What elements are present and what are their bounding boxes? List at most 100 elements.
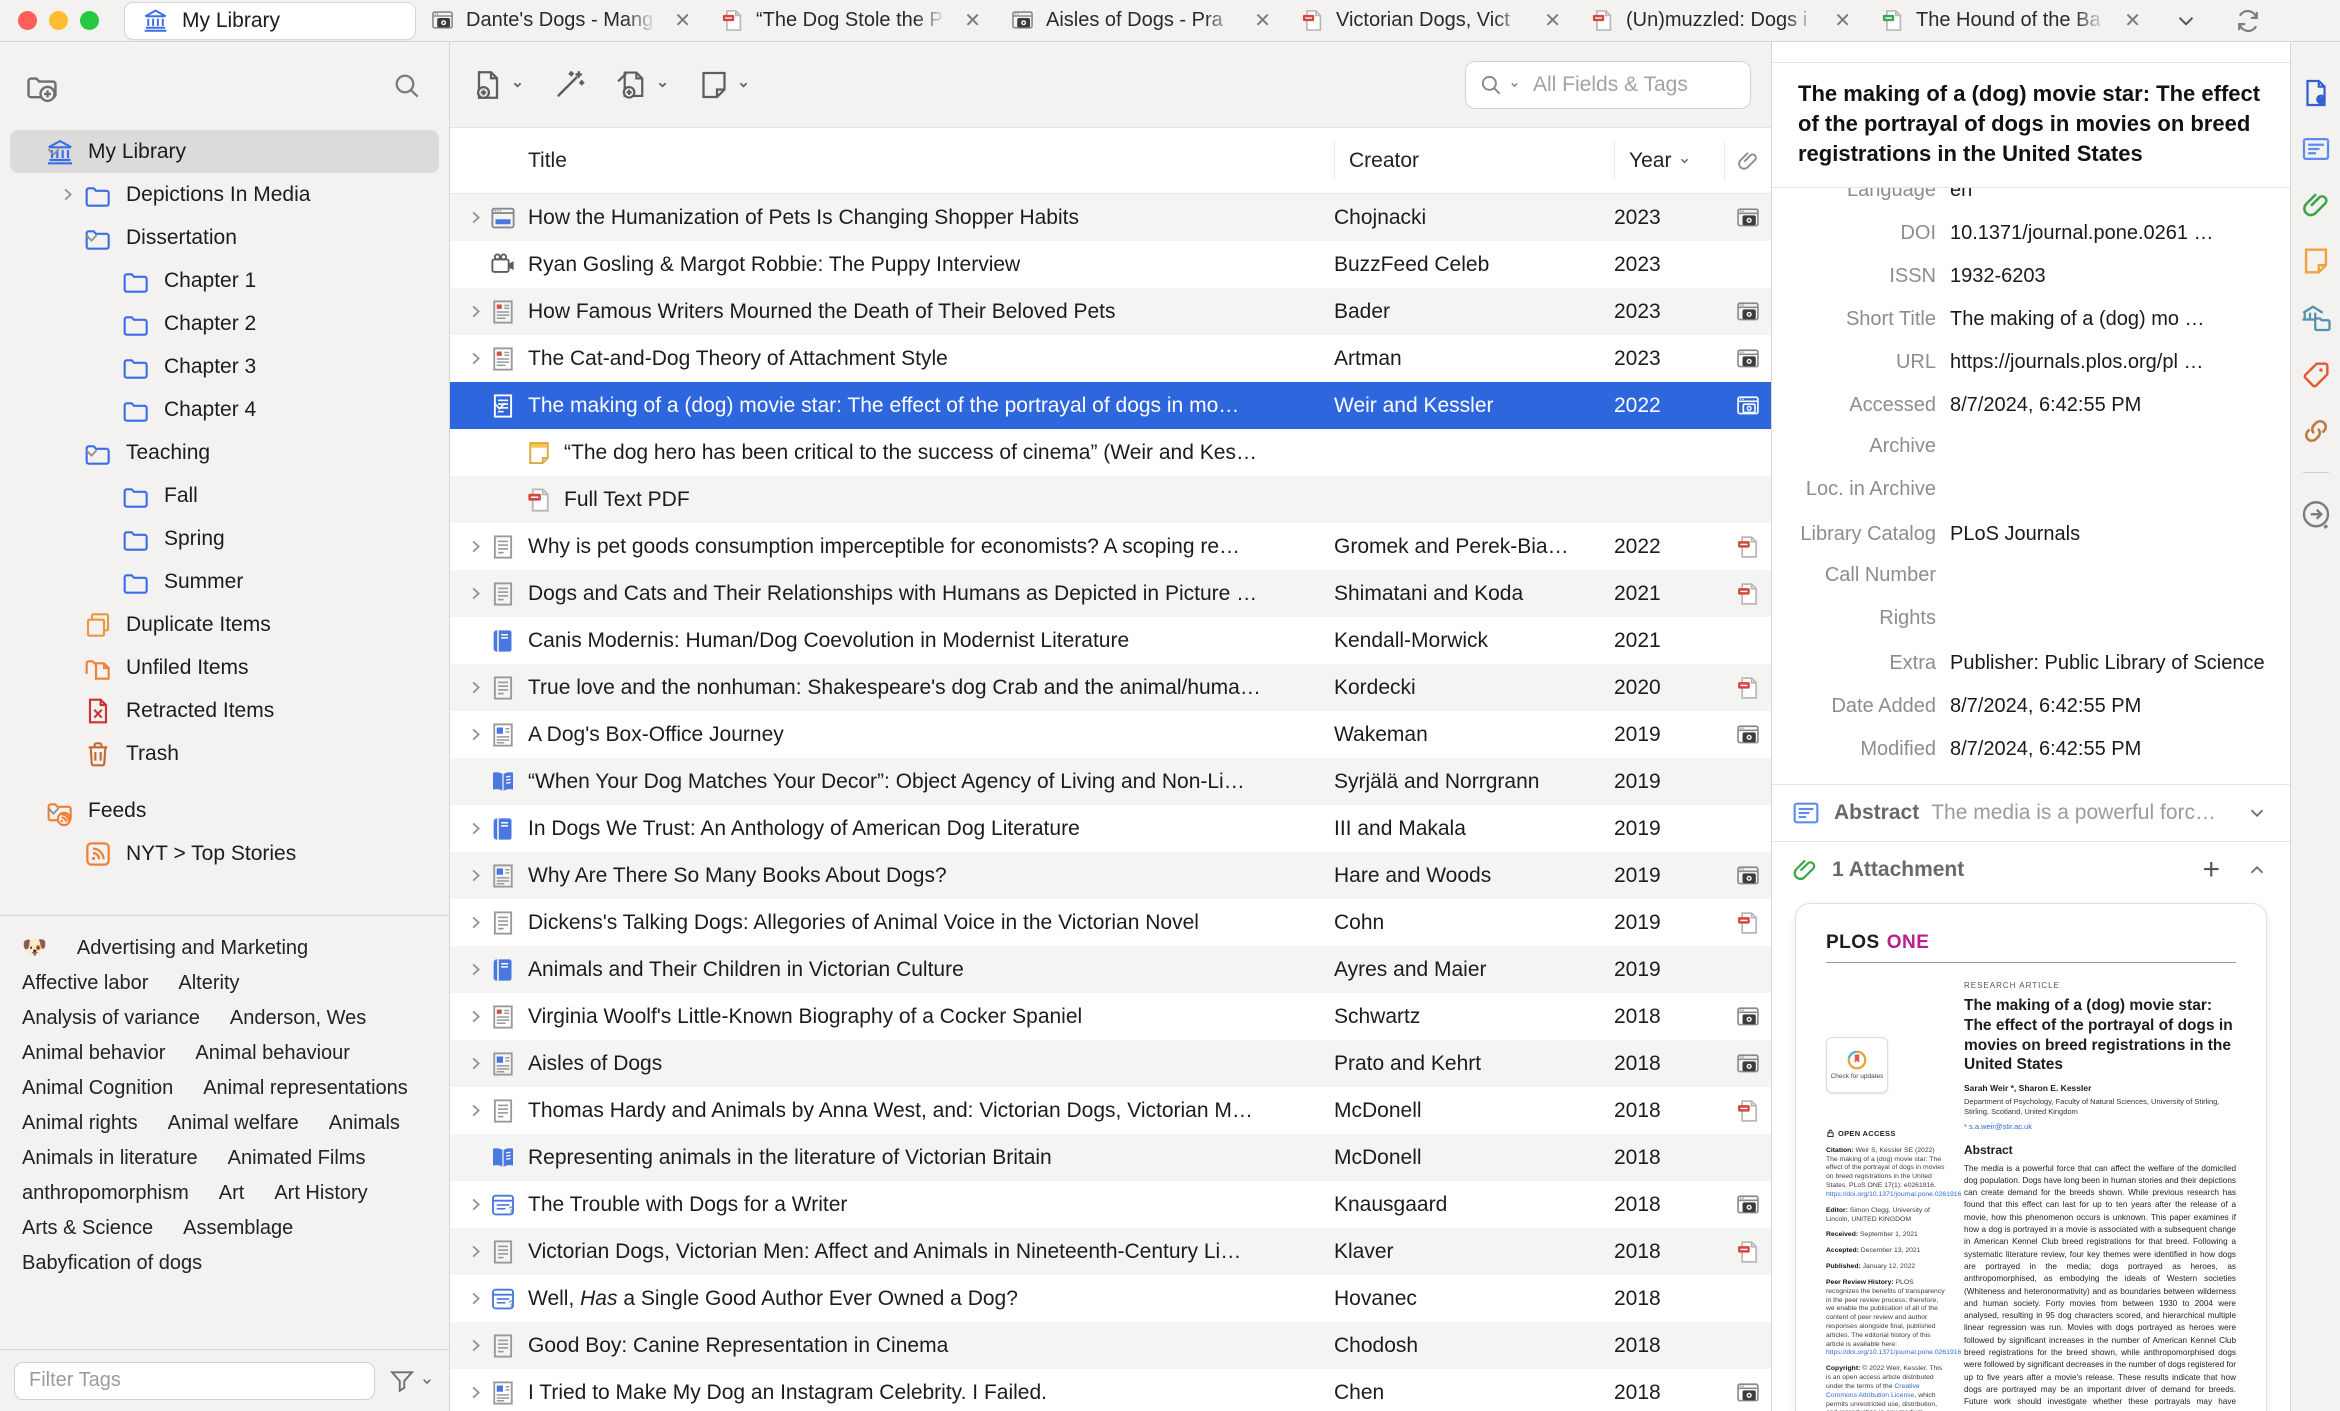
tag-item[interactable]: Animals in literature bbox=[22, 1148, 198, 1169]
item-row[interactable]: Victorian Dogs, Victorian Men: Affect an… bbox=[450, 1228, 1771, 1275]
column-header-title[interactable]: Title bbox=[462, 149, 1334, 173]
collection-row-dissertation[interactable]: Dissertation bbox=[10, 216, 439, 259]
twisty-closed-icon[interactable] bbox=[462, 1195, 488, 1214]
reader-tab[interactable]: The Hound of the Ba ✕ bbox=[1865, 0, 2155, 42]
reader-tab[interactable]: “The Dog Stole the P ✕ bbox=[705, 0, 995, 42]
close-tab-icon[interactable]: ✕ bbox=[1830, 9, 1855, 33]
tag-item[interactable]: Animal welfare bbox=[168, 1113, 299, 1134]
tag-item[interactable]: Art History bbox=[274, 1183, 367, 1204]
item-row[interactable]: How Famous Writers Mourned the Death of … bbox=[450, 288, 1771, 335]
twisty-closed-icon[interactable] bbox=[462, 678, 488, 697]
collection-row-chapter-4[interactable]: Chapter 4 bbox=[10, 388, 439, 431]
item-row[interactable]: In Dogs We Trust: An Anthology of Americ… bbox=[450, 805, 1771, 852]
close-tab-icon[interactable]: ✕ bbox=[670, 9, 695, 33]
close-tab-icon[interactable]: ✕ bbox=[2120, 9, 2145, 33]
item-row[interactable]: Dickens's Talking Dogs: Allegories of An… bbox=[450, 899, 1771, 946]
child-item-row[interactable]: “The dog hero has been critical to the s… bbox=[450, 429, 1771, 476]
tag-item[interactable]: Animal representations bbox=[203, 1078, 408, 1099]
tag-filter-options[interactable] bbox=[387, 1366, 435, 1396]
item-row[interactable]: Canis Modernis: Human/Dog Coevolution in… bbox=[450, 617, 1771, 664]
field-value[interactable]: 10.1371/journal.pone.0261 … bbox=[1950, 220, 2290, 246]
collection-row-duplicate-items[interactable]: Duplicate Items bbox=[10, 603, 439, 646]
close-tab-icon[interactable]: ✕ bbox=[1540, 9, 1565, 33]
tag-item[interactable]: 🐶 bbox=[22, 938, 47, 959]
tab-my-library[interactable]: My Library bbox=[125, 2, 415, 39]
twisty-open-icon[interactable] bbox=[52, 443, 97, 462]
twisty-closed-icon[interactable] bbox=[462, 725, 488, 744]
tag-item[interactable]: Babyfication of dogs bbox=[22, 1253, 202, 1274]
tag-item[interactable]: Animated Films bbox=[228, 1148, 366, 1169]
reader-tab[interactable]: Victorian Dogs, Vict ✕ bbox=[1285, 0, 1575, 42]
twisty-closed-icon[interactable] bbox=[462, 1242, 488, 1261]
field-value[interactable]: 8/7/2024, 6:42:55 PM bbox=[1950, 392, 2290, 418]
twisty-closed-icon[interactable] bbox=[462, 866, 488, 885]
item-row[interactable]: True love and the nonhuman: Shakespeare'… bbox=[450, 664, 1771, 711]
column-header-attachment[interactable] bbox=[1724, 140, 1771, 181]
attachments-section-header[interactable]: 1 Attachment + bbox=[1772, 842, 2290, 898]
collection-row-my-library[interactable]: My Library bbox=[10, 130, 439, 173]
tag-item[interactable]: Arts & Science bbox=[22, 1218, 153, 1239]
twisty-closed-icon[interactable] bbox=[462, 1054, 488, 1073]
collection-row-trash[interactable]: Trash bbox=[10, 732, 439, 775]
add-attachment-plus-button[interactable]: + bbox=[2202, 855, 2220, 885]
item-row[interactable]: I Tried to Make My Dog an Instagram Cele… bbox=[450, 1369, 1771, 1411]
field-value[interactable]: 1932-6203 bbox=[1950, 263, 2290, 289]
tag-item[interactable]: anthropomorphism bbox=[22, 1183, 189, 1204]
collection-row-unfiled-items[interactable]: Unfiled Items bbox=[10, 646, 439, 689]
collection-row-fall[interactable]: Fall bbox=[10, 474, 439, 517]
twisty-open-icon[interactable] bbox=[14, 801, 59, 820]
item-row[interactable]: Good Boy: Canine Representation in Cinem… bbox=[450, 1322, 1771, 1369]
twisty-closed-icon[interactable] bbox=[462, 913, 488, 932]
minimize-window-button[interactable] bbox=[49, 11, 68, 30]
reader-tab[interactable]: Dante's Dogs - Mang ✕ bbox=[415, 0, 705, 42]
collection-row-depictions-in-media[interactable]: Depictions In Media bbox=[10, 173, 439, 216]
item-row[interactable]: Dogs and Cats and Their Relationships wi… bbox=[450, 570, 1771, 617]
tag-item[interactable]: Advertising and Marketing bbox=[77, 938, 308, 959]
tag-item[interactable]: Animals bbox=[329, 1113, 400, 1134]
tag-filter-input[interactable]: Filter Tags bbox=[14, 1361, 375, 1400]
item-row[interactable]: A Dog's Box-Office Journey Wakeman 2019 bbox=[450, 711, 1771, 758]
column-header-creator[interactable]: Creator bbox=[1334, 140, 1614, 181]
tab-list-chevron-icon[interactable] bbox=[2173, 8, 2199, 34]
collection-row-retracted-items[interactable]: Retracted Items bbox=[10, 689, 439, 732]
item-row[interactable]: ? Well, Has a Single Good Author Ever Own… bbox=[450, 1275, 1771, 1322]
collection-row-chapter-1[interactable]: Chapter 1 bbox=[10, 259, 439, 302]
collection-row-chapter-2[interactable]: Chapter 2 bbox=[10, 302, 439, 345]
add-by-identifier-button[interactable] bbox=[551, 67, 587, 103]
info-tab-icon[interactable]: i bbox=[2299, 76, 2333, 110]
close-tab-icon[interactable]: ✕ bbox=[960, 9, 985, 33]
tags-tab-icon[interactable] bbox=[2299, 358, 2333, 392]
add-attachment-button[interactable] bbox=[613, 67, 670, 103]
item-row[interactable]: Ryan Gosling & Margot Robbie: The Puppy … bbox=[450, 241, 1771, 288]
tag-item[interactable]: Animal Cognition bbox=[22, 1078, 173, 1099]
item-row[interactable]: ? The Trouble with Dogs for a Writer Knaus… bbox=[450, 1181, 1771, 1228]
new-item-button[interactable] bbox=[470, 67, 525, 103]
related-tab-icon[interactable] bbox=[2299, 414, 2333, 448]
abstract-tab-icon[interactable] bbox=[2299, 132, 2333, 166]
libraries-collections-tab-icon[interactable] bbox=[2298, 300, 2334, 336]
tag-item[interactable]: Animal rights bbox=[22, 1113, 138, 1134]
item-row[interactable]: Why Are There So Many Books About Dogs? H… bbox=[450, 852, 1771, 899]
field-value[interactable]: en bbox=[1950, 188, 2290, 203]
child-item-row[interactable]: Full Text PDF bbox=[450, 476, 1771, 523]
twisty-open-icon[interactable] bbox=[462, 396, 505, 415]
tag-item[interactable]: Alterity bbox=[178, 973, 239, 994]
twisty-closed-icon[interactable] bbox=[52, 185, 82, 204]
item-row[interactable]: Why is pet goods consumption imperceptib… bbox=[450, 523, 1771, 570]
item-row[interactable]: How the Humanization of Pets Is Changing… bbox=[450, 194, 1771, 241]
item-row[interactable]: “When Your Dog Matches Your Decor”: Obje… bbox=[450, 758, 1771, 805]
item-row[interactable]: The making of a (dog) movie star: The ef… bbox=[450, 382, 1771, 429]
tag-item[interactable]: Assemblage bbox=[183, 1218, 293, 1239]
field-value[interactable]: The making of a (dog) mo … bbox=[1950, 306, 2290, 332]
close-window-button[interactable] bbox=[18, 11, 37, 30]
close-tab-icon[interactable]: ✕ bbox=[1250, 9, 1275, 33]
collection-row-spring[interactable]: Spring bbox=[10, 517, 439, 560]
sync-icon[interactable] bbox=[2233, 6, 2263, 36]
field-value[interactable]: 8/7/2024, 6:42:55 PM bbox=[1950, 693, 2290, 719]
reader-tab[interactable]: (Un)muzzled: Dogs i ✕ bbox=[1575, 0, 1865, 42]
collection-row-chapter-3[interactable]: Chapter 3 bbox=[10, 345, 439, 388]
item-row[interactable]: The Cat-and-Dog Theory of Attachment Sty… bbox=[450, 335, 1771, 382]
notes-tab-icon[interactable] bbox=[2299, 244, 2333, 278]
tag-item[interactable]: Affective labor bbox=[22, 973, 148, 994]
item-row[interactable]: Thomas Hardy and Animals by Anna West, a… bbox=[450, 1087, 1771, 1134]
